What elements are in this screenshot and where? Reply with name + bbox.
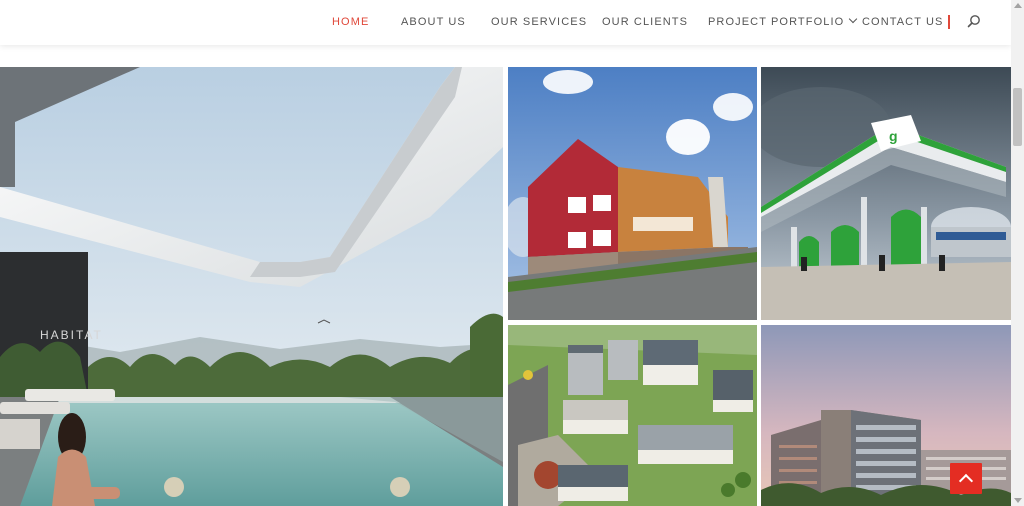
site-header: HOME ABOUT US OUR SERVICES OUR CLIENTS P… bbox=[0, 0, 1011, 45]
nav-home[interactable]: HOME bbox=[332, 16, 369, 28]
scroll-up-arrow-icon[interactable] bbox=[1014, 3, 1022, 8]
scroll-thumb[interactable] bbox=[1013, 88, 1022, 146]
page-scrollbar[interactable] bbox=[1011, 0, 1024, 506]
scroll-to-top-button[interactable] bbox=[950, 463, 982, 494]
nav-our-services[interactable]: OUR SERVICES bbox=[491, 16, 587, 28]
nav-contact-us[interactable]: CONTACT US bbox=[862, 16, 944, 28]
red-roof-building-photo[interactable] bbox=[508, 67, 757, 320]
nav-project-portfolio-label: PROJECT PORTFOLIO bbox=[708, 16, 845, 28]
portfolio-gallery: HABITAT g bbox=[0, 67, 1011, 506]
rooftop-pool-render[interactable]: HABITAT bbox=[0, 67, 503, 506]
main-nav: HOME ABOUT US OUR SERVICES OUR CLIENTS P… bbox=[0, 0, 1011, 45]
search-icon[interactable] bbox=[966, 14, 982, 30]
nav-about-us[interactable]: ABOUT US bbox=[401, 16, 466, 28]
habitat-sign: HABITAT bbox=[40, 328, 103, 342]
petrol-station-photo[interactable]: g bbox=[761, 67, 1011, 320]
chevron-up-icon bbox=[958, 473, 974, 489]
chevron-down-icon bbox=[849, 14, 858, 24]
campus-aerial-render[interactable] bbox=[508, 325, 757, 506]
svg-text:g: g bbox=[889, 128, 898, 144]
nav-our-clients[interactable]: OUR CLIENTS bbox=[602, 16, 688, 28]
scroll-down-arrow-icon[interactable] bbox=[1014, 498, 1022, 503]
nav-divider bbox=[948, 15, 950, 29]
nav-project-portfolio[interactable]: PROJECT PORTFOLIO bbox=[708, 14, 858, 28]
